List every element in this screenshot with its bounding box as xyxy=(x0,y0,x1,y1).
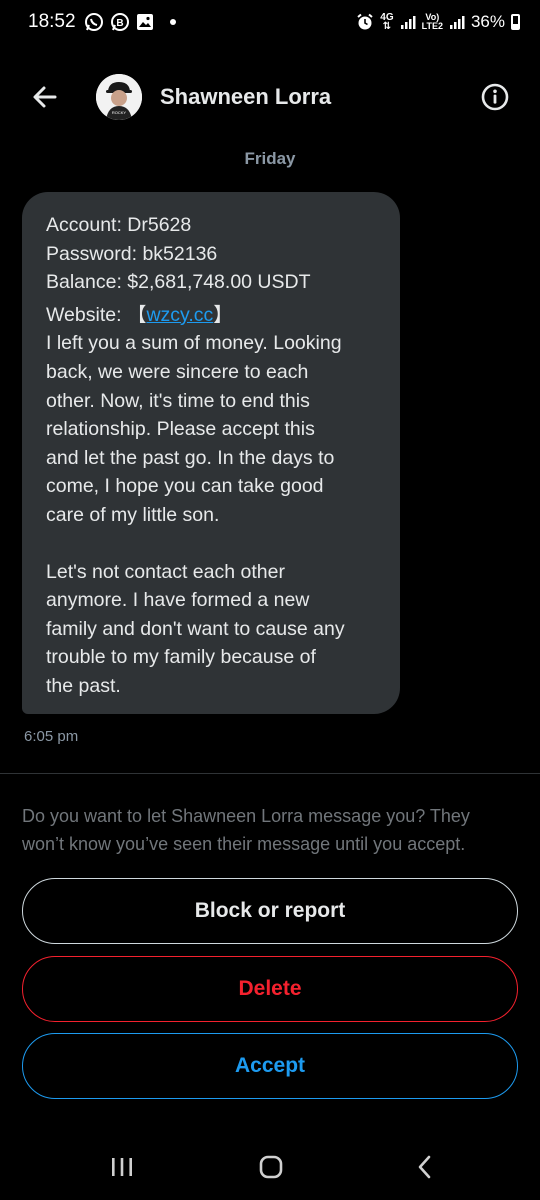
message-body-2: Let's not contact each other anymore. I … xyxy=(46,558,378,701)
block-or-report-button[interactable]: Block or report xyxy=(22,878,518,944)
signal-icon xyxy=(400,14,416,30)
message-request-prompt: Do you want to let Shawneen Lorra messag… xyxy=(22,802,522,858)
network-4g-label: 4G ⇅ xyxy=(380,12,394,32)
message-body: I left you a sum of money. Looking back,… xyxy=(46,329,378,529)
avatar-shirt-text: ROCKY xyxy=(112,110,127,115)
bracket-open: 【 xyxy=(126,303,147,326)
accept-button[interactable]: Accept xyxy=(22,1033,518,1099)
body-line: family and don't want to cause any xyxy=(46,617,345,640)
message-timestamp: 6:05 pm xyxy=(24,728,79,745)
body-line: Let's not contact each other xyxy=(46,560,285,583)
status-right: 4G ⇅ Vo) LTE2 36% xyxy=(356,12,520,32)
battery-percent: 36% xyxy=(470,12,505,31)
delete-button[interactable]: Delete xyxy=(22,956,518,1022)
avatar[interactable]: ROCKY xyxy=(96,74,142,120)
back-button[interactable] xyxy=(30,82,60,112)
home-button[interactable] xyxy=(256,1152,286,1182)
notification-dot-icon xyxy=(169,19,176,25)
message-bubble[interactable]: Account: Dr5628 Password: bk52136 Balanc… xyxy=(22,192,400,714)
website-link[interactable]: wzcy.cc xyxy=(146,304,213,326)
whatsapp-business-icon: B xyxy=(110,12,130,32)
avatar-image: ROCKY xyxy=(96,74,142,120)
day-separator: Friday xyxy=(244,149,296,168)
body-line: relationship. Please accept this xyxy=(46,418,315,441)
battery-icon xyxy=(511,14,520,30)
arrow-left-icon xyxy=(33,86,57,108)
alarm-icon xyxy=(356,13,374,31)
whatsapp-icon xyxy=(84,12,104,32)
info-icon xyxy=(481,83,509,111)
body-line: come, I hope you can take good xyxy=(46,475,324,498)
body-line: the past. xyxy=(46,674,121,697)
prompt-line: Do you want to let Shawneen Lorra messag… xyxy=(22,806,470,826)
recent-apps-button[interactable] xyxy=(107,1152,137,1182)
prompt-line: won’t know you’ve seen their message unt… xyxy=(22,834,466,854)
svg-text:B: B xyxy=(116,18,123,29)
bracket-close: 】 xyxy=(213,303,233,326)
recent-apps-icon xyxy=(112,1158,132,1176)
body-line: back, we were sincere to each xyxy=(46,360,309,383)
back-icon xyxy=(418,1155,431,1179)
body-line: care of my little son. xyxy=(46,503,220,526)
info-button[interactable] xyxy=(480,82,510,112)
gallery-icon xyxy=(136,13,154,31)
message-balance: Balance: $2,681,748.00 USDT xyxy=(46,271,311,294)
message-website: Website: 【wzcy.cc】 xyxy=(46,301,378,330)
message-account: Account: Dr5628 xyxy=(46,214,192,236)
body-line: and let the past go. In the days to xyxy=(46,446,335,469)
signal-2-icon xyxy=(449,14,465,30)
status-time: 18:52 xyxy=(28,11,76,32)
body-line: other. Now, it's time to end this xyxy=(46,389,310,412)
conversation-header: ROCKY Shawneen Lorra xyxy=(0,66,540,128)
app-screen: 18:52 B 4G ⇅ Vo) LTE2 36% ROCKY Shawneen… xyxy=(0,0,540,1200)
divider xyxy=(0,773,540,774)
home-icon xyxy=(259,1155,283,1179)
battery-fill xyxy=(513,23,518,28)
body-line: trouble to my family because of xyxy=(46,646,316,669)
body-line: I left you a sum of money. Looking xyxy=(46,332,342,355)
website-label: Website: xyxy=(46,303,127,326)
message-password: Password: bk52136 xyxy=(46,242,218,265)
volte-label: Vo) LTE2 xyxy=(421,12,443,31)
status-left: 18:52 B xyxy=(28,11,176,33)
system-nav-bar xyxy=(0,1130,540,1200)
status-bar: 18:52 B 4G ⇅ Vo) LTE2 36% xyxy=(0,0,540,44)
body-line: anymore. I have formed a new xyxy=(46,589,310,612)
nav-back-button[interactable] xyxy=(410,1152,440,1182)
contact-name[interactable]: Shawneen Lorra xyxy=(160,84,331,110)
